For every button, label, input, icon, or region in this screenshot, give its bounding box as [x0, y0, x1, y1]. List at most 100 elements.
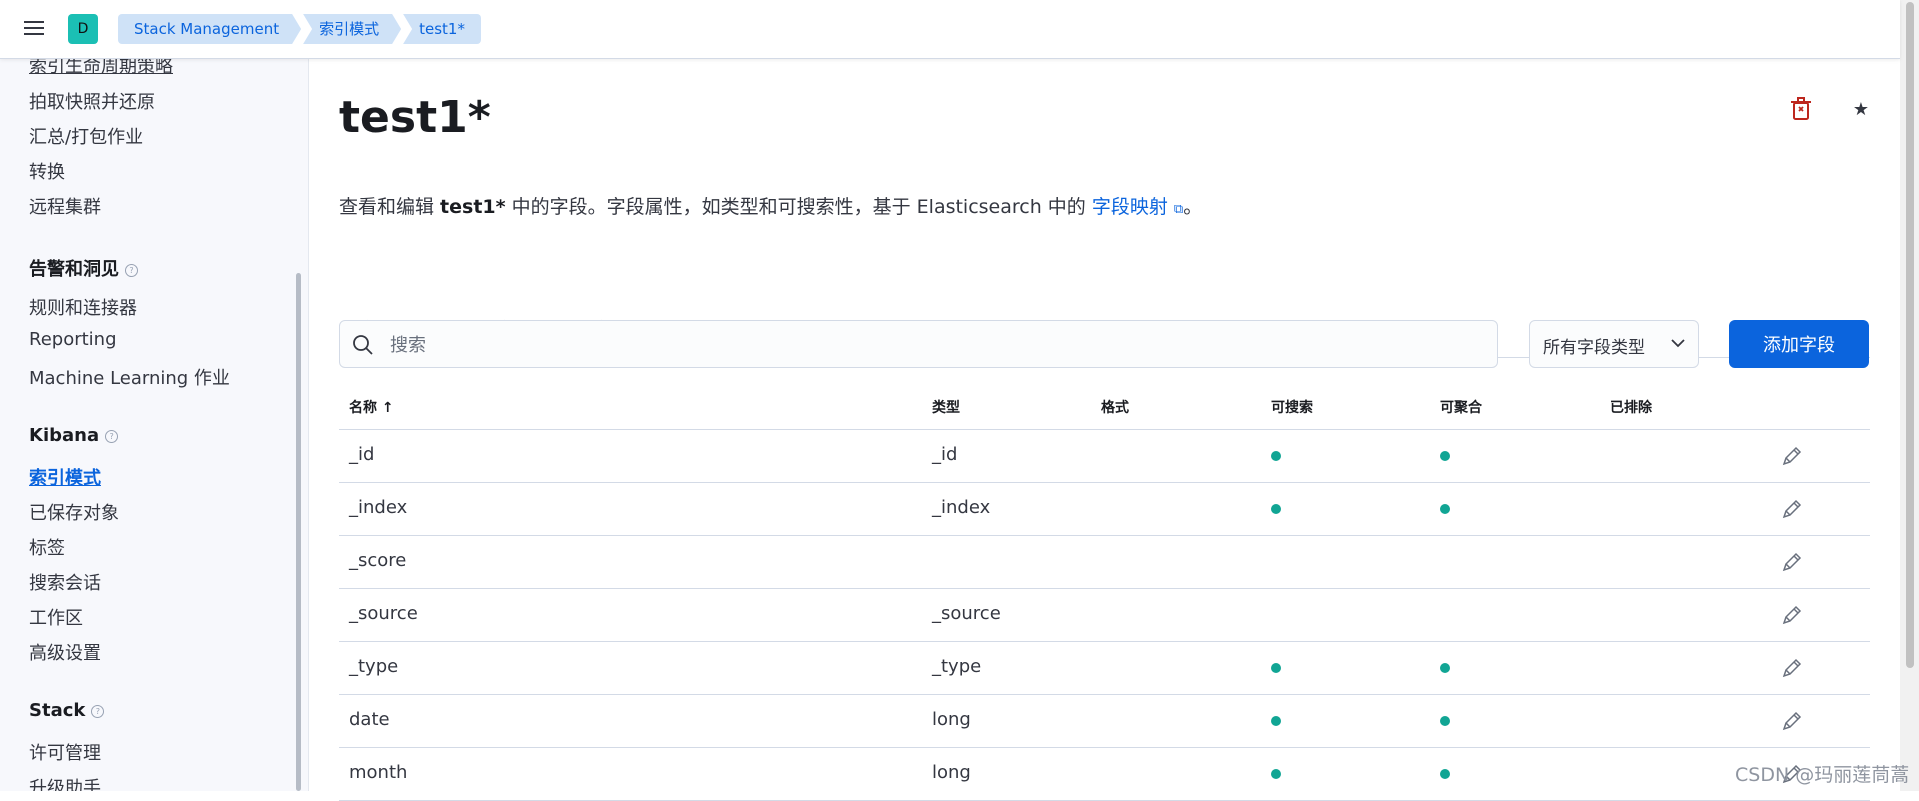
column-header-excluded[interactable]: 已排除: [1610, 397, 1652, 417]
pencil-icon: [1782, 499, 1802, 519]
table-row: _type _type: [339, 642, 1870, 695]
pencil-icon: [1782, 552, 1802, 572]
pencil-icon: [1782, 605, 1802, 625]
column-header-format[interactable]: 格式: [1101, 397, 1129, 417]
search-input[interactable]: [388, 329, 1482, 361]
search-icon: [353, 335, 373, 355]
table-row: _score: [339, 536, 1870, 589]
sidebar-item-saved-objects[interactable]: 已保存对象: [29, 499, 119, 525]
sidebar-item-rollup[interactable]: 汇总/打包作业: [29, 123, 143, 149]
set-default-star-button[interactable]: ★: [1844, 92, 1878, 126]
field-type-cell: long: [932, 709, 971, 730]
edit-field-button[interactable]: [1780, 497, 1804, 521]
page-title: test1*: [339, 92, 491, 143]
column-header-name-label: 名称: [349, 400, 377, 416]
breadcrumb-current-pattern: test1*: [403, 14, 481, 44]
sidebar-item-license[interactable]: 许可管理: [29, 739, 101, 765]
field-name-cell: month: [349, 762, 408, 783]
breadcrumb-stack-management[interactable]: Stack Management: [118, 14, 301, 44]
edit-field-button[interactable]: [1780, 603, 1804, 627]
page-scrollbar[interactable]: [1900, 0, 1919, 791]
help-icon[interactable]: ?: [105, 429, 119, 443]
page-description: 查看和编辑 test1* 中的字段。字段属性，如类型和可搜索性，基于 Elast…: [339, 192, 1202, 219]
table-row: _index _index: [339, 483, 1870, 536]
field-type-cell: _type: [932, 656, 982, 677]
aggregatable-dot: [1440, 504, 1450, 514]
sidebar-item-tags[interactable]: 标签: [29, 534, 65, 560]
main-content: test1* ★ 查看和编辑 test1* 中的字段。字段属性，如类型和可搜索性…: [339, 58, 1870, 801]
searchable-dot: [1271, 769, 1281, 779]
desc-pattern-name: test1*: [440, 196, 506, 218]
field-name-cell: _id: [349, 444, 375, 465]
sidebar-item-reporting[interactable]: Reporting: [29, 329, 117, 350]
sidebar-item-transforms[interactable]: 转换: [29, 158, 65, 184]
field-name-cell: _score: [349, 550, 407, 571]
column-header-name[interactable]: 名称 ↑: [349, 397, 394, 417]
aggregatable-dot: [1440, 451, 1450, 461]
sidebar-item-index-patterns[interactable]: 索引模式: [29, 464, 101, 490]
sidebar-item-advanced-settings[interactable]: 高级设置: [29, 639, 101, 665]
pencil-icon: [1782, 658, 1802, 678]
desc-text-middle: 中的字段。字段属性，如类型和可搜索性，基于 Elasticsearch 中的: [505, 196, 1092, 218]
field-type-select[interactable]: 所有字段类型: [1529, 320, 1699, 368]
sidebar-item-remote-clusters[interactable]: 远程集群: [29, 193, 101, 219]
sidebar-heading-alerts-label: 告警和洞见: [29, 259, 119, 280]
search-field[interactable]: [339, 320, 1498, 368]
column-header-searchable[interactable]: 可搜索: [1271, 397, 1313, 417]
pencil-icon: [1782, 446, 1802, 466]
edit-field-button[interactable]: [1780, 709, 1804, 733]
sidebar-item-search-sessions[interactable]: 搜索会话: [29, 569, 101, 595]
space-avatar[interactable]: D: [68, 14, 98, 44]
help-icon[interactable]: ?: [125, 263, 138, 277]
sidebar: 索引生命周期策略 拍取快照并还原 汇总/打包作业 转换 远程集群 告警和洞见? …: [0, 58, 309, 791]
field-type-cell: _source: [932, 603, 1001, 624]
searchable-dot: [1271, 716, 1281, 726]
sidebar-heading-kibana: Kibana?: [29, 425, 119, 446]
sidebar-item-rules[interactable]: 规则和连接器: [29, 294, 137, 320]
field-type-cell: long: [932, 762, 971, 783]
column-header-type[interactable]: 类型: [932, 397, 960, 417]
sidebar-heading-stack-label: Stack: [29, 700, 86, 721]
table-row: _id _id: [339, 430, 1870, 483]
help-icon[interactable]: ?: [91, 704, 105, 718]
add-field-button[interactable]: 添加字段: [1729, 320, 1869, 368]
searchable-dot: [1271, 504, 1281, 514]
searchable-dot: [1271, 663, 1281, 673]
breadcrumb: Stack Management 索引模式 test1*: [118, 14, 483, 44]
field-name-cell: date: [349, 709, 390, 730]
edit-field-button[interactable]: [1780, 656, 1804, 680]
column-header-aggregatable[interactable]: 可聚合: [1440, 397, 1482, 417]
searchable-dot: [1271, 451, 1281, 461]
field-mapping-link[interactable]: 字段映射: [1092, 196, 1168, 218]
sidebar-item-snapshot[interactable]: 拍取快照并还原: [29, 88, 155, 114]
edit-field-button[interactable]: [1780, 550, 1804, 574]
sidebar-scrollbar[interactable]: [296, 273, 301, 791]
chevron-down-icon: [1671, 339, 1685, 348]
aggregatable-dot: [1440, 769, 1450, 779]
aggregatable-dot: [1440, 716, 1450, 726]
delete-index-pattern-button[interactable]: [1784, 92, 1818, 126]
page-scrollbar-thumb[interactable]: [1906, 2, 1914, 668]
hamburger-icon[interactable]: [21, 17, 47, 41]
watermark: CSDN @玛丽莲茼蒿: [1735, 764, 1910, 786]
breadcrumb-index-patterns[interactable]: 索引模式: [303, 14, 401, 44]
table-row: date long: [339, 695, 1870, 748]
sidebar-item-upgrade-assistant[interactable]: 升级助手: [29, 774, 101, 791]
sidebar-item-ml-jobs[interactable]: Machine Learning 作业: [29, 364, 230, 390]
edit-field-button[interactable]: [1780, 444, 1804, 468]
pencil-icon: [1782, 711, 1802, 731]
field-type-cell: _id: [932, 444, 958, 465]
table-header: 名称 ↑ 类型 格式 可搜索 可聚合 已排除: [339, 380, 1870, 430]
trash-icon: [1791, 97, 1811, 120]
sidebar-item-ilm[interactable]: 索引生命周期策略: [29, 58, 173, 78]
field-name-cell: _type: [349, 656, 399, 677]
table-row: month long: [339, 748, 1870, 801]
field-name-cell: _index: [349, 497, 408, 518]
desc-text-after: 。: [1183, 196, 1203, 218]
desc-text-before: 查看和编辑: [339, 196, 441, 218]
table-row: _source _source: [339, 589, 1870, 642]
sidebar-heading-kibana-label: Kibana: [29, 425, 100, 446]
field-type-cell: _index: [932, 497, 991, 518]
external-link-icon: ⧉: [1173, 202, 1184, 217]
sidebar-item-workspace[interactable]: 工作区: [29, 604, 83, 630]
